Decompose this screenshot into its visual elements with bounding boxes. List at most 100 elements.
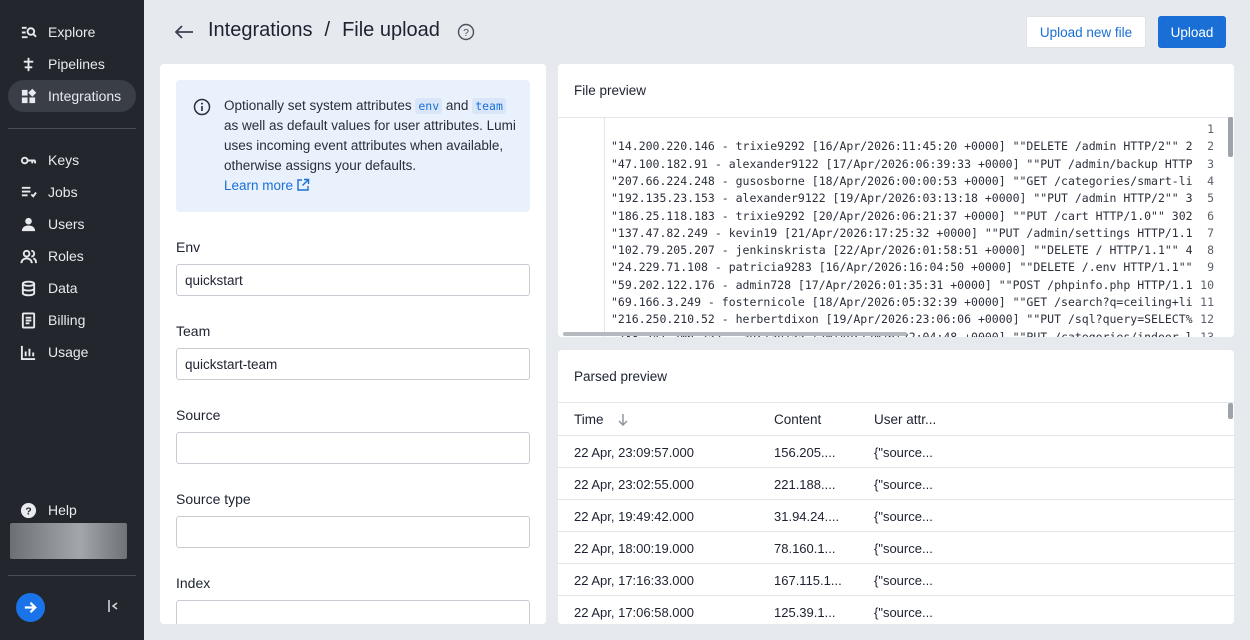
- sidebar-item-label: Integrations: [48, 88, 122, 104]
- info-text: Optionally set system attributes env and…: [224, 98, 516, 193]
- table-row[interactable]: 22 Apr, 23:09:57.000 156.205.... {"source.…: [558, 436, 1234, 468]
- sidebar-item-label: Billing: [48, 312, 86, 328]
- table-row[interactable]: 22 Apr, 17:06:58.000 125.39.1... {"source.…: [558, 596, 1234, 624]
- integrations-icon: [20, 88, 37, 105]
- help-icon: ?: [20, 502, 37, 519]
- cell-time: 22 Apr, 19:49:42.000: [574, 509, 694, 524]
- source-field[interactable]: [176, 432, 530, 464]
- key-icon: [20, 152, 37, 169]
- sidebar-item-label: Roles: [48, 248, 84, 264]
- source-type-field[interactable]: [176, 516, 530, 548]
- code-line: "59.202.122.176 - admin728 [17/Apr/2026:…: [611, 277, 1193, 292]
- cell-content: 167.115.1...: [774, 573, 842, 588]
- collapse-sidebar-button[interactable]: [106, 598, 120, 614]
- upload-button[interactable]: Upload: [1158, 16, 1226, 48]
- pipelines-icon: [20, 56, 37, 73]
- sort-descending-icon[interactable]: [617, 413, 629, 427]
- column-header-user-attributes[interactable]: User attr...: [874, 412, 936, 427]
- team-field[interactable]: [176, 348, 530, 380]
- cell-user-attributes: {"source...: [874, 541, 933, 556]
- cell-time: 22 Apr, 23:02:55.000: [574, 477, 694, 492]
- code-team: team: [472, 98, 506, 114]
- page-title: Integrations / File upload: [208, 19, 440, 42]
- back-button[interactable]: [173, 22, 195, 42]
- cell-user-attributes: {"source...: [874, 605, 933, 620]
- source-label: Source: [176, 407, 221, 423]
- source-type-label: Source type: [176, 491, 251, 507]
- file-preview-card: File preview 1 2 3 4 5 6 7 8 9 10 11 12 13 "14.200.22…: [558, 64, 1234, 337]
- cell-time: 22 Apr, 17:06:58.000: [574, 605, 694, 620]
- user-icon: [20, 216, 37, 233]
- sidebar-item-label: Usage: [48, 344, 89, 360]
- sidebar-item-label: Jobs: [48, 184, 78, 200]
- breadcrumb-current: File upload: [342, 19, 440, 41]
- sidebar-item-label: Pipelines: [48, 56, 105, 72]
- code-line: "47.100.182.91 - alexander9122 [17/Apr/2…: [611, 156, 1193, 171]
- svg-text:?: ?: [25, 506, 31, 517]
- code-line: "216.250.210.52 - herbertdixon [19/Apr/2…: [611, 312, 1193, 327]
- table-row[interactable]: 22 Apr, 18:00:19.000 78.160.1... {"source.…: [558, 532, 1234, 564]
- sidebar-item-usage[interactable]: Usage: [8, 336, 136, 368]
- horizontal-scrollbar[interactable]: [563, 332, 907, 336]
- breadcrumb-separator: /: [324, 19, 331, 41]
- usage-icon: [20, 344, 37, 361]
- sidebar-item-label: Data: [48, 280, 78, 296]
- jobs-icon: [20, 184, 37, 201]
- sidebar-item-integrations[interactable]: Integrations: [8, 80, 136, 112]
- team-label: Team: [176, 323, 211, 339]
- sidebar: Explore Pipelines Integrations Keys Jobs…: [0, 0, 144, 640]
- sidebar-item-billing[interactable]: Billing: [8, 304, 136, 336]
- billing-icon: [20, 311, 37, 329]
- sidebar-item-data[interactable]: Data: [8, 272, 136, 304]
- info-callout: Optionally set system attributes env and…: [176, 80, 530, 212]
- svg-text:?: ?: [463, 27, 469, 39]
- code-line: "186.25.118.183 - trixie9292 [20/Apr/202…: [611, 208, 1193, 223]
- explore-icon: [20, 24, 37, 41]
- arrow-left-icon: [174, 25, 193, 39]
- sidebar-item-pipelines[interactable]: Pipelines: [8, 48, 136, 80]
- cell-content: 156.205....: [774, 445, 836, 460]
- avatar[interactable]: [10, 523, 127, 559]
- sidebar-item-users[interactable]: Users: [8, 208, 136, 240]
- vertical-scrollbar[interactable]: [1228, 117, 1233, 157]
- sidebar-item-label: Users: [48, 216, 85, 232]
- sidebar-item-label: Keys: [48, 152, 80, 168]
- column-header-time[interactable]: Time: [574, 412, 604, 427]
- cell-content: 125.39.1...: [774, 605, 836, 620]
- roles-icon: [20, 248, 37, 265]
- cell-user-attributes: {"source...: [874, 509, 933, 524]
- table-row[interactable]: 22 Apr, 17:16:33.000 167.115.1... {"source…: [558, 564, 1234, 596]
- sidebar-item-keys[interactable]: Keys: [8, 144, 136, 176]
- code-env: env: [415, 98, 443, 114]
- sidebar-item-explore[interactable]: Explore: [8, 16, 136, 48]
- attributes-form-card: Optionally set system attributes env and…: [160, 64, 546, 624]
- env-label: Env: [176, 239, 201, 255]
- file-preview-editor[interactable]: 1 2 3 4 5 6 7 8 9 10 11 12 13 "14.200.220.146 - trixi…: [558, 117, 1234, 337]
- code-line: "207.66.224.248 - gusosborne [18/Apr/202…: [611, 173, 1193, 188]
- line-number: 1: [1207, 122, 1214, 136]
- sidebar-item-roles[interactable]: Roles: [8, 240, 136, 272]
- index-field[interactable]: [176, 600, 530, 624]
- env-field[interactable]: [176, 264, 530, 296]
- sidebar-item-help[interactable]: ? Help: [8, 494, 136, 526]
- code-line: "137.47.82.249 - kevin19 [21/Apr/2026:17…: [611, 225, 1193, 240]
- help-question-icon[interactable]: ?: [457, 23, 475, 41]
- cell-content: 221.188....: [774, 477, 836, 492]
- learn-more-link[interactable]: Learn more: [224, 178, 293, 193]
- cell-time: 22 Apr, 17:16:33.000: [574, 573, 694, 588]
- index-label: Index: [176, 575, 211, 591]
- sidebar-item-jobs[interactable]: Jobs: [8, 176, 136, 208]
- sidebar-item-label: Explore: [48, 24, 96, 40]
- table-row[interactable]: 22 Apr, 19:49:42.000 31.94.24.... {"source…: [558, 500, 1234, 532]
- parsed-preview-card: Parsed preview Time Content User attr...…: [558, 350, 1234, 624]
- upload-new-file-button[interactable]: Upload new file: [1026, 16, 1146, 48]
- table-row[interactable]: 22 Apr, 23:02:55.000 221.188.... {"source.…: [558, 468, 1234, 500]
- external-link-icon[interactable]: [296, 178, 310, 192]
- column-header-content[interactable]: Content: [774, 412, 821, 427]
- vertical-scrollbar[interactable]: [1228, 403, 1233, 419]
- cell-user-attributes: {"source...: [874, 477, 933, 492]
- code-line: "192.135.23.153 - alexander9122 [19/Apr/…: [611, 191, 1193, 206]
- breadcrumb-parent[interactable]: Integrations: [208, 19, 313, 42]
- logout-button[interactable]: [16, 593, 45, 622]
- sidebar-divider: [8, 128, 136, 129]
